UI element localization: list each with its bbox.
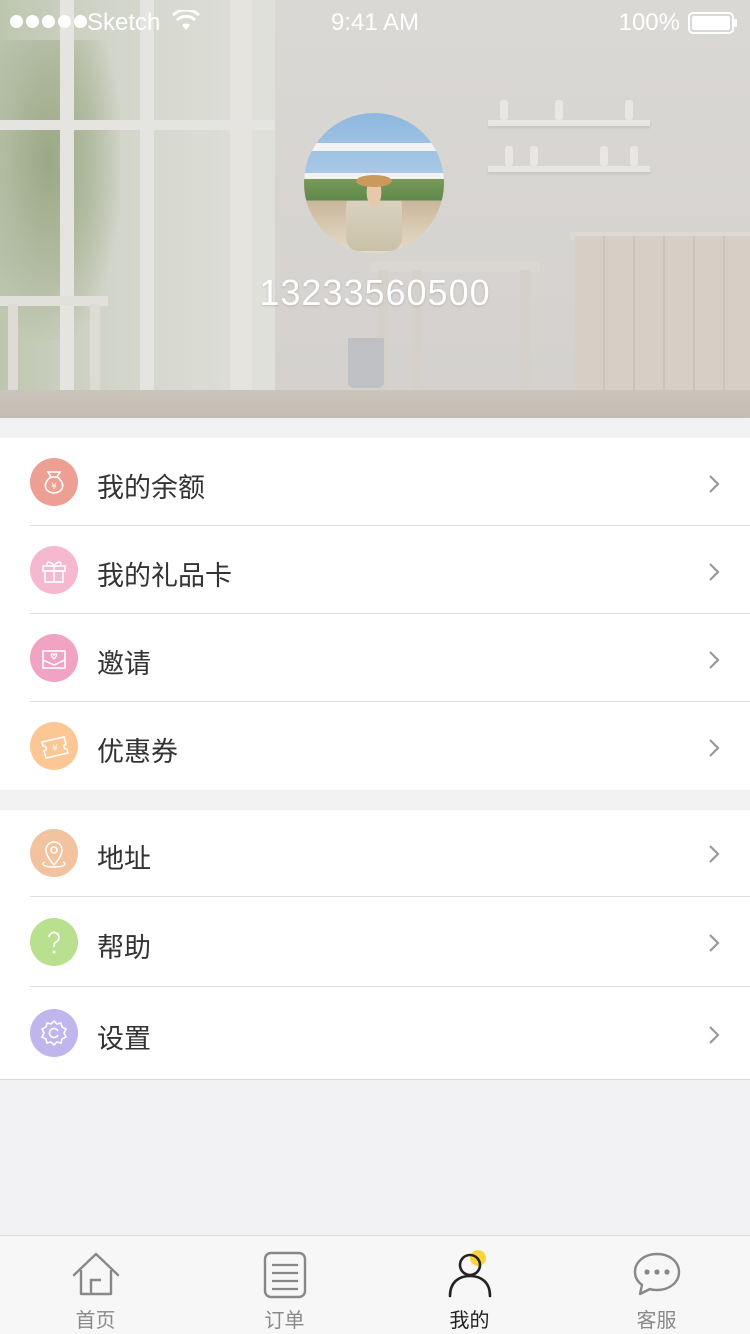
menu-group-general: 地址 帮助 设置	[0, 810, 750, 1080]
avatar[interactable]	[304, 113, 444, 253]
user-phone-number: 13233560500	[259, 272, 491, 313]
chevron-right-icon	[709, 845, 720, 863]
menu-item-coupon[interactable]: ¥ 优惠券	[0, 702, 750, 790]
tab-label: 客服	[636, 1308, 677, 1332]
menu-item-label: 地址	[97, 844, 151, 875]
invite-envelope-icon	[30, 634, 78, 682]
chevron-right-icon	[709, 563, 720, 581]
menu-item-label: 邀请	[97, 649, 151, 680]
chat-icon	[633, 1252, 680, 1296]
menu-item-address[interactable]: 地址	[0, 810, 750, 897]
menu-group-account: ¥ 我的余额 我的礼品卡 邀请 ¥ 优惠券	[0, 438, 750, 790]
menu-item-balance[interactable]: ¥ 我的余额	[0, 438, 750, 526]
menu-item-label: 优惠券	[97, 737, 178, 768]
svg-text:¥: ¥	[52, 744, 58, 754]
settings-icon	[30, 1009, 78, 1057]
tab-customer-service[interactable]: 客服	[563, 1236, 750, 1334]
profile-header: 13233560500	[0, 0, 750, 418]
battery-icon	[688, 12, 737, 34]
svg-text:¥: ¥	[51, 482, 57, 492]
menu-item-label: 设置	[97, 1024, 151, 1055]
orders-icon	[263, 1251, 306, 1299]
profile-icon	[448, 1250, 491, 1298]
tab-label: 订单	[264, 1308, 305, 1332]
menu-item-settings[interactable]: 设置	[0, 987, 750, 1080]
money-bag-icon: ¥	[30, 458, 78, 506]
home-icon	[72, 1252, 119, 1296]
gift-icon	[30, 546, 78, 594]
coupon-icon: ¥	[30, 722, 78, 770]
location-pin-icon	[30, 829, 78, 877]
chevron-right-icon	[709, 475, 720, 493]
menu-item-invite[interactable]: 邀请	[0, 614, 750, 702]
tab-orders[interactable]: 订单	[191, 1236, 378, 1334]
chevron-right-icon	[709, 739, 720, 757]
tab-profile[interactable]: 我的	[376, 1236, 563, 1334]
menu-item-label: 我的礼品卡	[97, 561, 232, 592]
chevron-right-icon	[709, 651, 720, 669]
status-bar: Sketch 9:41 AM 100%	[0, 0, 750, 44]
battery-percentage: 100%	[618, 9, 680, 36]
help-icon	[30, 918, 78, 966]
chevron-right-icon	[709, 934, 720, 952]
tab-home[interactable]: 首页	[2, 1236, 189, 1334]
tab-bar: 首页 订单 我的 客服	[0, 1235, 750, 1334]
menu-item-help[interactable]: 帮助	[0, 897, 750, 987]
tab-label: 首页	[75, 1308, 116, 1332]
menu-item-label: 我的余额	[97, 473, 205, 504]
menu-item-label: 帮助	[97, 933, 151, 964]
menu-item-gift-card[interactable]: 我的礼品卡	[0, 526, 750, 614]
tab-label: 我的	[449, 1308, 490, 1332]
chevron-right-icon	[709, 1026, 720, 1044]
